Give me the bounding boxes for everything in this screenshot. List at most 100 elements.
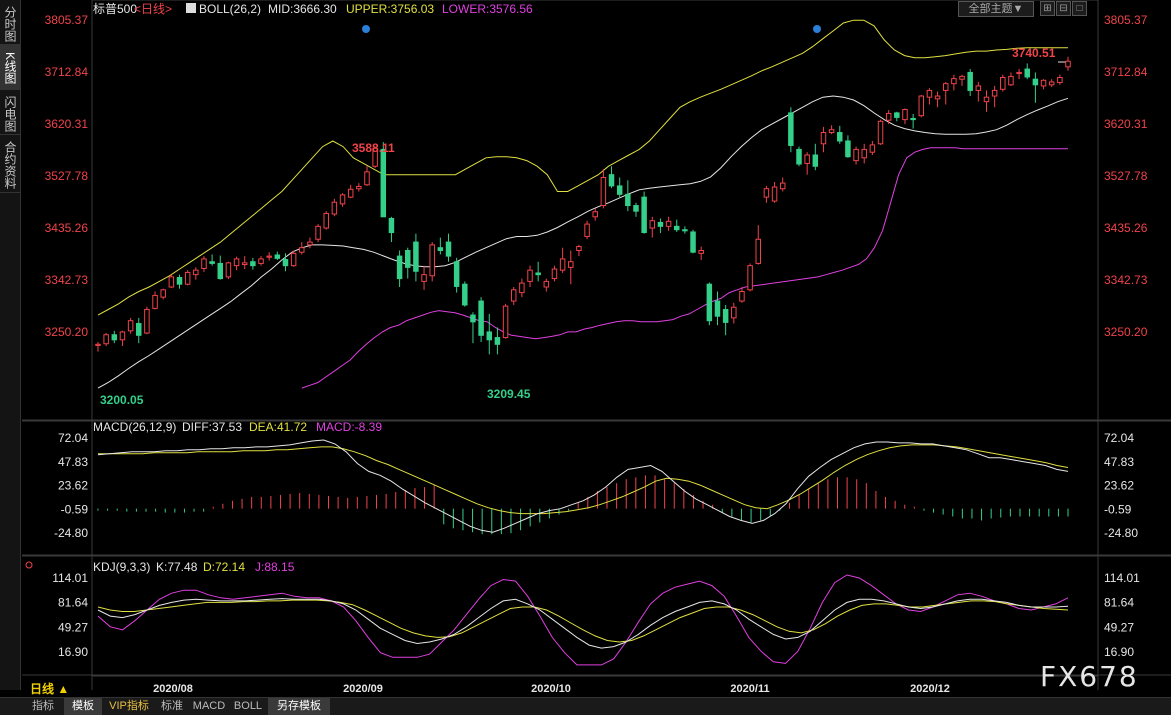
kdj-y-tick-right: 81.64 xyxy=(1104,596,1134,610)
event-marker xyxy=(813,25,821,33)
bottom-tab-3[interactable]: 标准 xyxy=(156,698,188,715)
bottom-tab-4[interactable]: MACD xyxy=(190,698,228,715)
x-tick: 2020/10 xyxy=(531,683,571,695)
left-tab-1[interactable]: K线图 xyxy=(0,45,20,90)
candle-body xyxy=(380,148,387,218)
dea-line xyxy=(98,444,1069,515)
candle-body xyxy=(796,148,802,165)
macd-header-text: DEA:41.72 xyxy=(249,420,307,434)
candle-body xyxy=(682,229,688,232)
maximize-icon[interactable]: □ xyxy=(1072,1,1087,16)
bottom-tab-0[interactable]: 指标 xyxy=(24,698,62,715)
left-tab-2[interactable]: 闪电图 xyxy=(0,90,20,135)
bottom-tab-6[interactable]: 另存模板 xyxy=(268,698,330,715)
candle-body xyxy=(233,258,240,267)
theme-dropdown[interactable]: 全部主题▼ xyxy=(958,1,1034,17)
candle xyxy=(942,81,949,105)
candle xyxy=(405,247,411,279)
candle-body xyxy=(176,276,183,285)
candle xyxy=(665,216,672,231)
candle-body xyxy=(568,261,574,268)
candle-body xyxy=(910,118,916,121)
kdj-header-text: KDJ(9,3,3) xyxy=(93,560,150,574)
header-text: UPPER:3756.03 xyxy=(346,2,434,16)
candle-body xyxy=(763,188,770,198)
kdj-y-tick-left: 81.64 xyxy=(58,596,88,610)
candle xyxy=(168,274,175,289)
bottom-tab-5[interactable]: BOLL xyxy=(230,698,266,715)
candle xyxy=(111,330,118,344)
event-marker xyxy=(362,25,370,33)
candlesticks[interactable] xyxy=(95,56,1071,355)
candle-body xyxy=(356,185,362,190)
candle-body xyxy=(502,305,509,339)
candle xyxy=(763,185,770,203)
candle-body xyxy=(209,261,215,264)
candle-body xyxy=(168,276,175,288)
bottom-tab-1[interactable]: 模板 xyxy=(64,698,102,715)
candle xyxy=(983,90,990,112)
candle xyxy=(339,193,346,207)
candle-body xyxy=(869,144,876,153)
candle-body xyxy=(1032,78,1039,86)
candle xyxy=(608,166,615,189)
candle xyxy=(209,254,215,266)
candle-body xyxy=(779,182,786,190)
candle-body xyxy=(633,205,639,212)
axis-labels: 3805.37 3805.37 3712.84 3712.84 3620.31 3620.… xyxy=(45,13,1148,695)
candle xyxy=(396,250,403,288)
candle xyxy=(421,265,427,290)
candle xyxy=(429,242,435,282)
candle xyxy=(714,291,721,326)
candle xyxy=(1008,72,1014,86)
candle xyxy=(445,233,452,262)
candle xyxy=(1032,72,1039,103)
candle-body xyxy=(535,272,541,276)
candle xyxy=(127,317,134,334)
candle-body xyxy=(396,255,403,280)
candle xyxy=(527,265,533,288)
candle-body xyxy=(241,262,248,266)
x-tick: 2020/09 xyxy=(343,683,383,695)
candle xyxy=(201,256,207,272)
boll-upper-line xyxy=(97,19,1068,316)
candle xyxy=(755,225,761,265)
candle-body xyxy=(364,171,370,186)
kdj-header-text: K:77.48 xyxy=(156,560,198,574)
candle-body xyxy=(942,83,949,91)
candle xyxy=(1065,56,1071,71)
period-selector[interactable]: 日线 ▲ xyxy=(30,680,69,697)
candle xyxy=(331,198,338,217)
candle xyxy=(853,146,859,165)
y-tick-left: 3527.78 xyxy=(45,169,89,183)
candle-body xyxy=(258,258,264,264)
layout-icon[interactable]: ⊞ xyxy=(1040,1,1055,16)
y-tick-right: 3527.78 xyxy=(1104,169,1148,183)
candle-body xyxy=(951,78,957,85)
left-tab-3[interactable]: 合约资料 xyxy=(0,135,20,193)
candle-body xyxy=(788,112,794,146)
candle-body xyxy=(160,289,166,298)
header-text: <日线> xyxy=(134,2,172,16)
candle-body xyxy=(902,109,908,121)
split-icon[interactable]: ⊟ xyxy=(1056,1,1071,16)
bottom-tab-2[interactable]: VIP指标 xyxy=(104,698,154,715)
candle xyxy=(1024,63,1030,80)
candle-body xyxy=(592,211,598,218)
candle-body xyxy=(1000,76,1006,90)
candle xyxy=(184,270,191,286)
candle xyxy=(103,333,109,346)
boll-mid-line xyxy=(97,95,1069,389)
candle-body xyxy=(934,95,941,100)
candle xyxy=(910,114,916,129)
candle xyxy=(356,183,362,192)
candle-body xyxy=(853,148,859,162)
candle xyxy=(347,184,354,199)
candle-body xyxy=(918,95,925,117)
candle xyxy=(894,111,900,122)
candle xyxy=(902,108,908,125)
chart-canvas[interactable]: 3805.37 3805.37 3712.84 3712.84 3620.31 3620.… xyxy=(0,0,1171,697)
candle xyxy=(453,257,460,293)
left-tab-0[interactable]: 分时图 xyxy=(0,0,20,45)
candle xyxy=(918,94,925,118)
